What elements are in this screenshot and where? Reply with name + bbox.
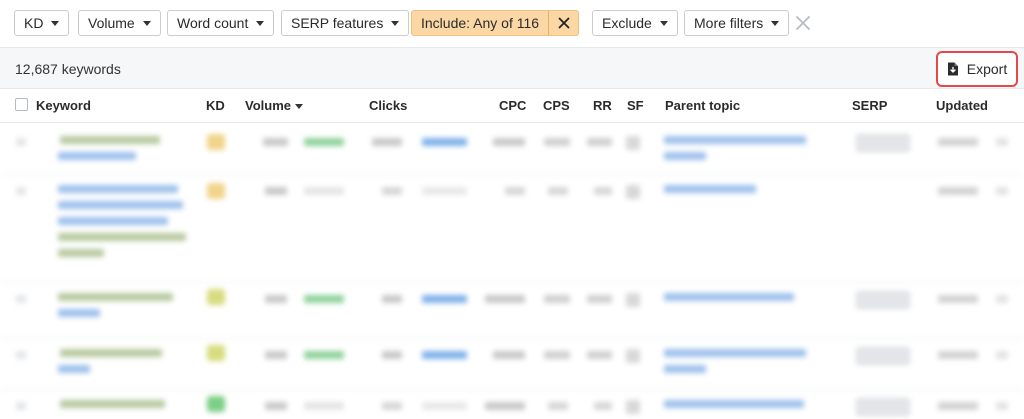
- table-row[interactable]: [0, 124, 1024, 174]
- keyword-count: 12,687 keywords: [15, 61, 121, 77]
- column-updated[interactable]: Updated: [936, 98, 988, 113]
- column-clicks[interactable]: Clicks: [369, 98, 407, 113]
- table-body: [0, 124, 1024, 419]
- more-filters-label: More filters: [694, 15, 764, 31]
- table-row[interactable]: [0, 283, 1024, 338]
- chevron-down-icon: [51, 20, 60, 26]
- chevron-down-icon: [771, 20, 780, 26]
- column-volume[interactable]: Volume: [245, 98, 303, 113]
- column-parent-topic[interactable]: Parent topic: [665, 98, 740, 113]
- table-header: Keyword KD Volume Clicks CPC CPS RR SF P…: [0, 89, 1024, 123]
- chevron-down-icon: [391, 20, 400, 26]
- export-button[interactable]: Export: [936, 51, 1018, 87]
- volume-filter-button[interactable]: Volume: [78, 10, 161, 36]
- more-filters-button[interactable]: More filters: [684, 10, 790, 36]
- column-serp[interactable]: SERP: [852, 98, 887, 113]
- chevron-down-icon: [142, 20, 151, 26]
- word-count-filter-label: Word count: [177, 15, 249, 31]
- column-cps[interactable]: CPS: [543, 98, 570, 113]
- volume-filter-label: Volume: [88, 15, 135, 31]
- exclude-filter-button[interactable]: Exclude: [592, 10, 678, 36]
- results-summary-bar: 12,687 keywords Export: [0, 47, 1024, 89]
- file-download-icon: [947, 62, 958, 76]
- close-icon: [558, 17, 569, 29]
- kd-filter-label: KD: [24, 15, 44, 31]
- clear-filters-button[interactable]: [793, 13, 813, 33]
- filter-bar: KD Volume Word count SERP features Inclu…: [0, 0, 1024, 47]
- column-volume-label: Volume: [245, 98, 291, 113]
- column-rr[interactable]: RR: [593, 98, 612, 113]
- column-keyword[interactable]: Keyword: [36, 98, 91, 113]
- chevron-down-icon: [256, 20, 265, 26]
- table-row[interactable]: [0, 175, 1024, 282]
- kd-filter-button[interactable]: KD: [14, 10, 70, 36]
- serp-features-filter-label: SERP features: [291, 15, 384, 31]
- include-filter-button[interactable]: Include: Any of 116: [411, 10, 580, 36]
- table-row[interactable]: [0, 339, 1024, 389]
- sort-desc-icon: [295, 104, 303, 110]
- column-kd[interactable]: KD: [206, 98, 225, 113]
- export-label: Export: [966, 61, 1008, 77]
- select-all-checkbox[interactable]: [15, 98, 28, 111]
- column-sf[interactable]: SF: [627, 98, 644, 113]
- include-remove-button[interactable]: [548, 11, 578, 35]
- column-cpc[interactable]: CPC: [499, 98, 526, 113]
- word-count-filter-button[interactable]: Word count: [167, 10, 275, 36]
- table-row[interactable]: [0, 390, 1024, 419]
- serp-features-filter-button[interactable]: SERP features: [281, 10, 410, 36]
- exclude-filter-label: Exclude: [602, 15, 652, 31]
- chevron-down-icon: [659, 20, 668, 26]
- include-filter-label: Include: Any of 116: [421, 15, 540, 31]
- close-icon: [796, 16, 810, 30]
